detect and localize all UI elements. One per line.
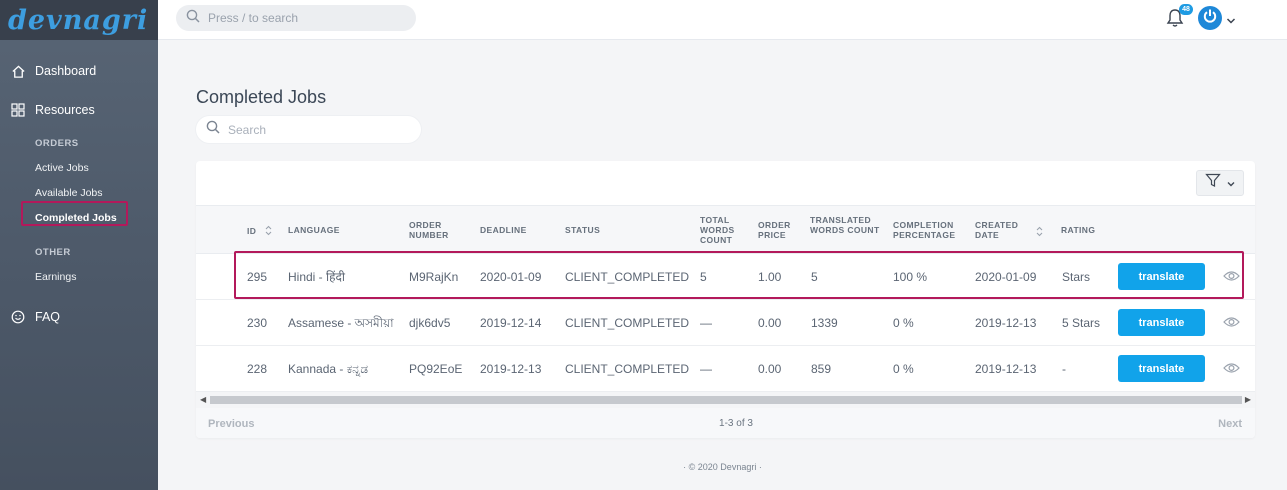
jobs-search[interactable] <box>196 116 421 143</box>
sidebar-nav: Dashboard Resources ORDERS Active Jobs A… <box>0 40 158 334</box>
cell-language: Assamese - অসমীয়া <box>288 316 394 330</box>
cell-order-number: PQ92EoE <box>409 362 463 376</box>
user-avatar[interactable] <box>1198 6 1222 30</box>
cell-completion: 0 % <box>893 316 914 330</box>
filter-button[interactable] <box>1196 170 1244 196</box>
topbar: 48 <box>158 0 1287 40</box>
cell-status: CLIENT_COMPLETED <box>565 362 690 376</box>
column-header-translated-words: TRANSLATED WORDS COUNT <box>810 215 880 235</box>
footer: · © 2020 Devnagri · <box>683 462 762 472</box>
sidebar-item-resources[interactable]: Resources <box>0 93 158 127</box>
sidebar-item-label: Dashboard <box>35 64 97 78</box>
pagination: Previous 1-3 of 3 Next <box>196 408 1255 438</box>
cell-created-date: 2019-12-13 <box>975 316 1037 330</box>
cell-order-price: 0.00 <box>758 316 782 330</box>
sidebar: devnagri Dashboard Resources ORDERS Acti… <box>0 0 158 490</box>
table-row: 230 Assamese - অসমীয়া djk6dv5 2019-12-1… <box>196 300 1255 346</box>
jobs-search-input[interactable] <box>228 122 408 137</box>
smile-icon <box>10 309 26 325</box>
scrollbar-thumb[interactable] <box>210 396 1242 404</box>
notification-badge: 48 <box>1179 4 1193 15</box>
active-item-highlight <box>21 201 128 226</box>
sidebar-item-active-jobs[interactable]: Active Jobs <box>0 156 158 181</box>
table-row: 228 Kannada - ಕನ್ನಡ PQ92EoE 2019-12-13 C… <box>196 346 1255 392</box>
scroll-right-icon[interactable]: ▶ <box>1245 395 1251 404</box>
brand-logo[interactable]: devnagri <box>8 5 148 36</box>
translate-button[interactable]: translate <box>1118 355 1205 382</box>
logo-bar: devnagri <box>0 0 158 40</box>
column-header-total-words: TOTAL WORDS COUNT <box>700 215 735 245</box>
cell-deadline: 2019-12-14 <box>480 316 542 330</box>
cell-translated-words: 1339 <box>811 316 838 330</box>
other-section-heading: OTHER <box>35 247 71 258</box>
jobs-table-card: ID LANGUAGE ORDER NUMBER DEADLINE STATUS… <box>196 161 1255 438</box>
search-icon <box>206 120 220 139</box>
cell-status: CLIENT_COMPLETED <box>565 316 690 330</box>
pagination-info: 1-3 of 3 <box>719 418 753 429</box>
filter-icon <box>1205 173 1221 193</box>
cell-total-words: — <box>700 316 712 330</box>
cell-order-number: djk6dv5 <box>409 316 451 330</box>
column-header-order-price: ORDER PRICE <box>758 220 791 240</box>
sidebar-item-earnings[interactable]: Earnings <box>0 265 158 290</box>
cell-created-date: 2019-12-13 <box>975 362 1037 376</box>
global-search[interactable] <box>176 5 416 31</box>
sidebar-item-label: Resources <box>35 103 95 117</box>
cell-language: Kannada - ಕನ್ನಡ <box>288 362 369 376</box>
column-header-order-number: ORDER NUMBER <box>409 220 449 240</box>
cell-rating: 5 Stars <box>1062 316 1101 330</box>
eye-icon[interactable] <box>1223 361 1240 379</box>
chevron-down-icon[interactable] <box>1226 12 1236 30</box>
power-icon <box>1202 8 1218 29</box>
cell-id: 230 <box>247 316 268 330</box>
horizontal-scrollbar[interactable]: ◀ ▶ <box>196 392 1255 408</box>
cell-translated-words: 859 <box>811 362 832 376</box>
cell-total-words: — <box>700 362 712 376</box>
sidebar-item-label: FAQ <box>35 310 61 324</box>
chevron-down-icon <box>1227 174 1235 192</box>
grid-icon <box>10 102 26 118</box>
sidebar-item-dashboard[interactable]: Dashboard <box>0 54 158 88</box>
cell-deadline: 2019-12-13 <box>480 362 542 376</box>
cell-order-price: 0.00 <box>758 362 782 376</box>
cell-rating: - <box>1062 362 1066 376</box>
column-header-label: ID <box>247 225 257 236</box>
global-search-input[interactable] <box>208 11 408 25</box>
eye-icon[interactable] <box>1223 315 1240 333</box>
home-icon <box>10 63 26 79</box>
cell-id: 228 <box>247 362 268 376</box>
column-header-id[interactable]: ID <box>247 225 272 238</box>
cell-completion: 0 % <box>893 362 914 376</box>
column-header-created-date: CREATED DATE <box>975 220 1019 240</box>
scroll-left-icon[interactable]: ◀ <box>200 395 206 404</box>
column-header-deadline: DEADLINE <box>480 225 527 235</box>
next-page-button[interactable]: Next <box>1218 418 1242 430</box>
column-header-status: STATUS <box>565 225 601 235</box>
search-icon <box>186 9 200 28</box>
column-header-completion: COMPLETION PERCENTAGE <box>893 220 956 240</box>
sort-icon[interactable] <box>1036 224 1043 242</box>
table-header: ID LANGUAGE ORDER NUMBER DEADLINE STATUS… <box>196 205 1255 254</box>
page-title: Completed Jobs <box>196 87 327 107</box>
column-header-language: LANGUAGE <box>288 225 340 235</box>
translate-button[interactable]: translate <box>1118 309 1205 336</box>
sidebar-item-faq[interactable]: FAQ <box>0 300 158 334</box>
column-header-rating: RATING <box>1061 225 1096 235</box>
sort-icon[interactable] <box>265 225 272 238</box>
row-highlight <box>234 251 1244 299</box>
orders-section-heading: ORDERS <box>35 138 79 149</box>
